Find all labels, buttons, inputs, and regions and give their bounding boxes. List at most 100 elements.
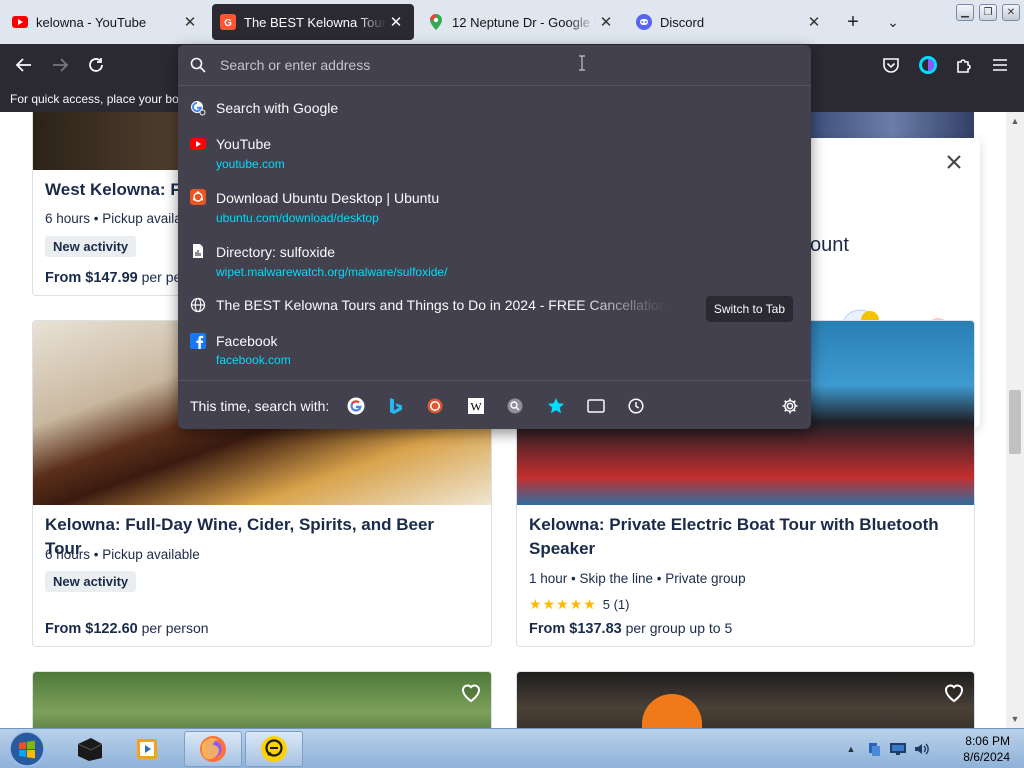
address-bar[interactable] [184, 49, 805, 81]
page-scrollbar[interactable]: ▲ ▼ [1006, 112, 1024, 728]
back-button[interactable] [11, 52, 37, 78]
system-clock[interactable]: 8:06 PM 8/6/2024 [963, 733, 1010, 765]
divider [178, 85, 811, 86]
google-search-icon [190, 100, 206, 116]
activity-price: From $122.60 per person [45, 620, 209, 637]
tab-title: 12 Neptune Dr - Google Maps [452, 14, 596, 30]
chat-app-icon [261, 736, 287, 762]
new-tab-button[interactable]: + [841, 10, 865, 34]
tray-volume-icon[interactable] [912, 731, 932, 767]
minimize-icon: ▁ [961, 7, 969, 18]
activity-card[interactable] [32, 671, 492, 728]
taskbar-app-firefox[interactable] [184, 731, 242, 767]
new-activity-badge: New activity [45, 236, 137, 257]
scroll-up-icon[interactable]: ▲ [1006, 114, 1024, 128]
rating-value: 5 (1) [602, 597, 630, 612]
activity-title[interactable]: Kelowna: Private Electric Boat Tour with… [529, 513, 954, 561]
account-button[interactable] [915, 52, 941, 78]
taskbar-app-player[interactable] [128, 731, 168, 767]
youtube-icon [190, 136, 206, 152]
taskbar-app-chat[interactable] [245, 731, 303, 767]
windows-start-icon [9, 731, 45, 767]
tab-youtube[interactable]: kelowna - YouTube ✕ [4, 4, 208, 40]
suggestion-facebook[interactable]: Facebook facebook.com [184, 329, 805, 371]
suggestion-ubuntu[interactable]: Download Ubuntu Desktop | Ubuntu ubuntu.… [184, 187, 805, 229]
arrow-left-icon [15, 58, 31, 72]
suggestion-youtube[interactable]: YouTube youtube.com [184, 133, 805, 175]
search-engine-icon[interactable] [504, 395, 526, 417]
svg-text:W: W [470, 400, 482, 414]
close-tab-icon[interactable]: ✕ [804, 12, 824, 32]
file-icon [190, 243, 206, 259]
plus-icon: + [847, 10, 859, 33]
switch-to-tab-button[interactable]: Switch to Tab [705, 296, 793, 322]
restore-window-button[interactable]: ❐ [979, 4, 997, 21]
tab-getyourguide[interactable]: G The BEST Kelowna Tours and Things to D… [212, 4, 414, 40]
suggestion-search-google[interactable]: Search with Google [184, 95, 805, 121]
arrow-right-icon [53, 58, 69, 72]
close-tab-icon[interactable]: ✕ [180, 12, 200, 32]
close-window-button[interactable]: ✕ [1002, 4, 1020, 21]
ubuntu-icon [190, 189, 206, 205]
scroll-down-icon[interactable]: ▼ [1006, 712, 1024, 726]
reload-icon [89, 58, 103, 72]
activity-price: From $147.99 per per [45, 269, 186, 286]
suggestion-open-tab-getyourguide[interactable]: The BEST Kelowna Tours and Things to Do … [184, 291, 805, 322]
tab-title: kelowna - YouTube [36, 14, 147, 30]
globe-icon [190, 297, 206, 313]
firefox-icon [200, 736, 226, 762]
text-cursor-icon [579, 55, 585, 71]
reload-button[interactable] [83, 52, 109, 78]
search-settings-gear-icon[interactable] [779, 395, 801, 417]
duckduckgo-icon[interactable] [424, 395, 446, 417]
tab-title: The BEST Kelowna Tours and Things to Do … [244, 14, 386, 30]
close-tab-icon[interactable]: ✕ [386, 12, 406, 32]
tray-display-icon[interactable] [888, 731, 908, 767]
scrollbar-thumb[interactable] [1009, 390, 1021, 454]
list-all-tabs-button[interactable]: ⌄ [881, 10, 905, 34]
suggestion-directory-sulfoxide[interactable]: Directory: sulfoxide wipet.malwarewatch.… [184, 241, 805, 283]
google-icon[interactable] [345, 395, 367, 417]
divider [178, 380, 811, 381]
tab-discord[interactable]: Discord ✕ [628, 4, 832, 40]
extensions-button[interactable] [951, 52, 977, 78]
suggestion-title: YouTube [216, 136, 272, 152]
star-rating-icon: ★★★★★ [529, 596, 597, 612]
activity-rating: ★★★★★ 5 (1) [529, 596, 630, 613]
close-icon: ✕ [1006, 7, 1016, 18]
wikipedia-icon[interactable]: W [465, 395, 487, 417]
history-icon[interactable] [625, 395, 647, 417]
app-menu-button[interactable] [987, 52, 1013, 78]
activity-meta: 1 hour • Skip the line • Private group [529, 571, 746, 586]
suggestion-url: facebook.com [216, 353, 291, 367]
account-icon [919, 56, 937, 74]
close-icon [947, 155, 961, 169]
bookmarks-star-icon[interactable] [545, 395, 567, 417]
restore-icon: ❐ [983, 7, 993, 18]
suggestion-url: wipet.malwarewatch.org/malware/sulfoxide… [216, 265, 448, 279]
youtube-icon [12, 14, 28, 30]
start-button[interactable] [4, 731, 50, 767]
activity-card[interactable] [516, 671, 975, 728]
pocket-button[interactable] [878, 52, 904, 78]
suggestion-title: Directory: sulfoxide [216, 244, 336, 260]
bing-icon[interactable] [385, 395, 407, 417]
show-hidden-icons-button[interactable]: ▲ [844, 731, 858, 767]
heart-icon[interactable] [942, 680, 966, 704]
tray-network-icon[interactable] [864, 731, 884, 767]
address-input[interactable] [220, 57, 760, 73]
close-modal-button[interactable] [944, 152, 966, 174]
minimize-window-button[interactable]: ▁ [956, 4, 974, 21]
discord-icon [636, 14, 652, 30]
tabs-icon[interactable] [585, 395, 607, 417]
taskbar-app-media[interactable] [70, 731, 110, 767]
suggestion-url: youtube.com [216, 157, 285, 171]
activity-meta: 6 hours • Pickup available [45, 547, 200, 562]
pocket-icon [883, 58, 899, 73]
heart-icon[interactable] [459, 680, 483, 704]
tab-google-maps[interactable]: 12 Neptune Dr - Google Maps ✕ [420, 4, 624, 40]
media-center-icon [77, 738, 103, 761]
suggestion-title: The BEST Kelowna Tours and Things to Do … [216, 297, 666, 313]
forward-button[interactable] [47, 52, 73, 78]
close-tab-icon[interactable]: ✕ [596, 12, 616, 32]
